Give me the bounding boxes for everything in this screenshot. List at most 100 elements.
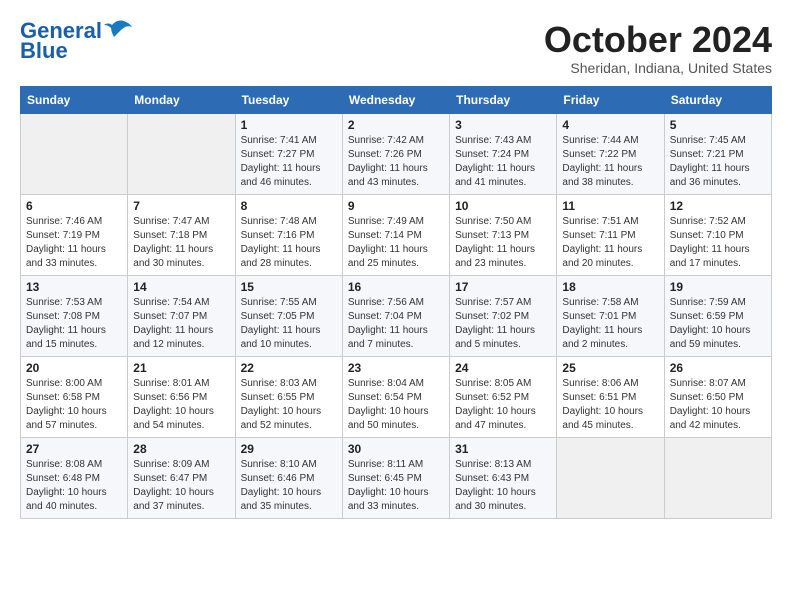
day-detail: Sunrise: 7:58 AM Sunset: 7:01 PM Dayligh…	[562, 296, 658, 352]
calendar-day-cell: 29 Sunrise: 8:10 AM Sunset: 6:46 PM Dayli…	[235, 437, 342, 518]
calendar-day-cell: 3 Sunrise: 7:43 AM Sunset: 7:24 PM Daylig…	[450, 113, 557, 194]
calendar-day-cell: 12 Sunrise: 7:52 AM Sunset: 7:10 PM Dayli…	[664, 194, 771, 275]
day-detail: Sunrise: 8:13 AM Sunset: 6:43 PM Dayligh…	[455, 458, 551, 514]
calendar-day-cell: 2Sunrise: 7:42 AM Sunset: 7:26 PM Daylig…	[342, 113, 449, 194]
logo-blue-text: Blue	[20, 40, 68, 62]
calendar-day-cell: 10 Sunrise: 7:50 AM Sunset: 7:13 PM Dayli…	[450, 194, 557, 275]
day-number: 29	[241, 442, 337, 456]
calendar-day-cell: 27Sunrise: 8:08 AM Sunset: 6:48 PM Dayli…	[21, 437, 128, 518]
calendar-day-cell: 15 Sunrise: 7:55 AM Sunset: 7:05 PM Dayli…	[235, 275, 342, 356]
day-detail: Sunrise: 7:43 AM Sunset: 7:24 PM Dayligh…	[455, 134, 551, 190]
day-number: 10	[455, 199, 551, 213]
day-detail: Sunrise: 7:59 AM Sunset: 6:59 PM Dayligh…	[670, 296, 766, 352]
day-number: 18	[562, 280, 658, 294]
calendar-day-cell: 1Sunrise: 7:41 AM Sunset: 7:27 PM Daylig…	[235, 113, 342, 194]
day-detail: Sunrise: 7:49 AM Sunset: 7:14 PM Dayligh…	[348, 215, 444, 271]
calendar-day-cell	[664, 437, 771, 518]
calendar-weekday-header: Saturday	[664, 86, 771, 113]
day-number: 7	[133, 199, 229, 213]
location-subtitle: Sheridan, Indiana, United States	[544, 60, 772, 76]
day-number: 11	[562, 199, 658, 213]
calendar-day-cell: 18 Sunrise: 7:58 AM Sunset: 7:01 PM Dayli…	[557, 275, 664, 356]
day-detail: Sunrise: 8:01 AM Sunset: 6:56 PM Dayligh…	[133, 377, 229, 433]
day-number: 13	[26, 280, 122, 294]
calendar-weekday-header: Friday	[557, 86, 664, 113]
calendar-day-cell: 6 Sunrise: 7:46 AM Sunset: 7:19 PM Daylig…	[21, 194, 128, 275]
calendar-day-cell: 20 Sunrise: 8:00 AM Sunset: 6:58 PM Dayli…	[21, 356, 128, 437]
calendar-day-cell: 26Sunrise: 8:07 AM Sunset: 6:50 PM Dayli…	[664, 356, 771, 437]
calendar-day-cell	[557, 437, 664, 518]
calendar-weekday-header: Wednesday	[342, 86, 449, 113]
day-number: 19	[670, 280, 766, 294]
month-title: October 2024	[544, 20, 772, 60]
day-number: 1	[241, 118, 337, 132]
calendar-day-cell: 14Sunrise: 7:54 AM Sunset: 7:07 PM Dayli…	[128, 275, 235, 356]
day-detail: Sunrise: 7:57 AM Sunset: 7:02 PM Dayligh…	[455, 296, 551, 352]
calendar-table: SundayMondayTuesdayWednesdayThursdayFrid…	[20, 86, 772, 519]
day-number: 20	[26, 361, 122, 375]
day-detail: Sunrise: 7:56 AM Sunset: 7:04 PM Dayligh…	[348, 296, 444, 352]
calendar-day-cell: 4 Sunrise: 7:44 AM Sunset: 7:22 PM Daylig…	[557, 113, 664, 194]
day-number: 28	[133, 442, 229, 456]
title-block: October 2024 Sheridan, Indiana, United S…	[544, 20, 772, 76]
calendar-week-row: 1Sunrise: 7:41 AM Sunset: 7:27 PM Daylig…	[21, 113, 772, 194]
day-detail: Sunrise: 8:04 AM Sunset: 6:54 PM Dayligh…	[348, 377, 444, 433]
day-detail: Sunrise: 7:45 AM Sunset: 7:21 PM Dayligh…	[670, 134, 766, 190]
day-number: 5	[670, 118, 766, 132]
day-number: 4	[562, 118, 658, 132]
day-detail: Sunrise: 7:50 AM Sunset: 7:13 PM Dayligh…	[455, 215, 551, 271]
day-detail: Sunrise: 8:07 AM Sunset: 6:50 PM Dayligh…	[670, 377, 766, 433]
logo-bird-icon	[104, 19, 132, 39]
day-detail: Sunrise: 8:00 AM Sunset: 6:58 PM Dayligh…	[26, 377, 122, 433]
day-detail: Sunrise: 8:05 AM Sunset: 6:52 PM Dayligh…	[455, 377, 551, 433]
calendar-day-cell: 16Sunrise: 7:56 AM Sunset: 7:04 PM Dayli…	[342, 275, 449, 356]
day-number: 27	[26, 442, 122, 456]
day-number: 15	[241, 280, 337, 294]
day-number: 23	[348, 361, 444, 375]
day-number: 6	[26, 199, 122, 213]
calendar-day-cell: 30 Sunrise: 8:11 AM Sunset: 6:45 PM Dayli…	[342, 437, 449, 518]
calendar-day-cell: 13 Sunrise: 7:53 AM Sunset: 7:08 PM Dayli…	[21, 275, 128, 356]
calendar-weekday-header: Sunday	[21, 86, 128, 113]
calendar-day-cell	[21, 113, 128, 194]
day-number: 22	[241, 361, 337, 375]
calendar-day-cell: 8Sunrise: 7:48 AM Sunset: 7:16 PM Daylig…	[235, 194, 342, 275]
day-number: 3	[455, 118, 551, 132]
day-detail: Sunrise: 7:44 AM Sunset: 7:22 PM Dayligh…	[562, 134, 658, 190]
day-number: 30	[348, 442, 444, 456]
day-detail: Sunrise: 8:11 AM Sunset: 6:45 PM Dayligh…	[348, 458, 444, 514]
calendar-day-cell: 31 Sunrise: 8:13 AM Sunset: 6:43 PM Dayli…	[450, 437, 557, 518]
day-number: 25	[562, 361, 658, 375]
calendar-header-row: SundayMondayTuesdayWednesdayThursdayFrid…	[21, 86, 772, 113]
calendar-day-cell: 19 Sunrise: 7:59 AM Sunset: 6:59 PM Dayli…	[664, 275, 771, 356]
day-number: 2	[348, 118, 444, 132]
calendar-day-cell: 11 Sunrise: 7:51 AM Sunset: 7:11 PM Dayli…	[557, 194, 664, 275]
calendar-day-cell	[128, 113, 235, 194]
day-number: 24	[455, 361, 551, 375]
day-detail: Sunrise: 7:48 AM Sunset: 7:16 PM Dayligh…	[241, 215, 337, 271]
day-number: 31	[455, 442, 551, 456]
day-detail: Sunrise: 7:51 AM Sunset: 7:11 PM Dayligh…	[562, 215, 658, 271]
day-detail: Sunrise: 7:53 AM Sunset: 7:08 PM Dayligh…	[26, 296, 122, 352]
page-header: General Blue October 2024 Sheridan, Indi…	[20, 20, 772, 76]
day-number: 9	[348, 199, 444, 213]
day-number: 21	[133, 361, 229, 375]
calendar-week-row: 6 Sunrise: 7:46 AM Sunset: 7:19 PM Daylig…	[21, 194, 772, 275]
calendar-day-cell: 28Sunrise: 8:09 AM Sunset: 6:47 PM Dayli…	[128, 437, 235, 518]
day-detail: Sunrise: 8:06 AM Sunset: 6:51 PM Dayligh…	[562, 377, 658, 433]
day-number: 12	[670, 199, 766, 213]
day-detail: Sunrise: 7:55 AM Sunset: 7:05 PM Dayligh…	[241, 296, 337, 352]
calendar-week-row: 27Sunrise: 8:08 AM Sunset: 6:48 PM Dayli…	[21, 437, 772, 518]
day-detail: Sunrise: 7:46 AM Sunset: 7:19 PM Dayligh…	[26, 215, 122, 271]
day-detail: Sunrise: 7:52 AM Sunset: 7:10 PM Dayligh…	[670, 215, 766, 271]
calendar-day-cell: 5 Sunrise: 7:45 AM Sunset: 7:21 PM Daylig…	[664, 113, 771, 194]
day-detail: Sunrise: 8:10 AM Sunset: 6:46 PM Dayligh…	[241, 458, 337, 514]
day-detail: Sunrise: 7:47 AM Sunset: 7:18 PM Dayligh…	[133, 215, 229, 271]
calendar-weekday-header: Thursday	[450, 86, 557, 113]
calendar-day-cell: 17Sunrise: 7:57 AM Sunset: 7:02 PM Dayli…	[450, 275, 557, 356]
calendar-day-cell: 21 Sunrise: 8:01 AM Sunset: 6:56 PM Dayli…	[128, 356, 235, 437]
calendar-day-cell: 7 Sunrise: 7:47 AM Sunset: 7:18 PM Daylig…	[128, 194, 235, 275]
day-detail: Sunrise: 8:03 AM Sunset: 6:55 PM Dayligh…	[241, 377, 337, 433]
logo: General Blue	[20, 20, 132, 62]
calendar-day-cell: 25 Sunrise: 8:06 AM Sunset: 6:51 PM Dayli…	[557, 356, 664, 437]
